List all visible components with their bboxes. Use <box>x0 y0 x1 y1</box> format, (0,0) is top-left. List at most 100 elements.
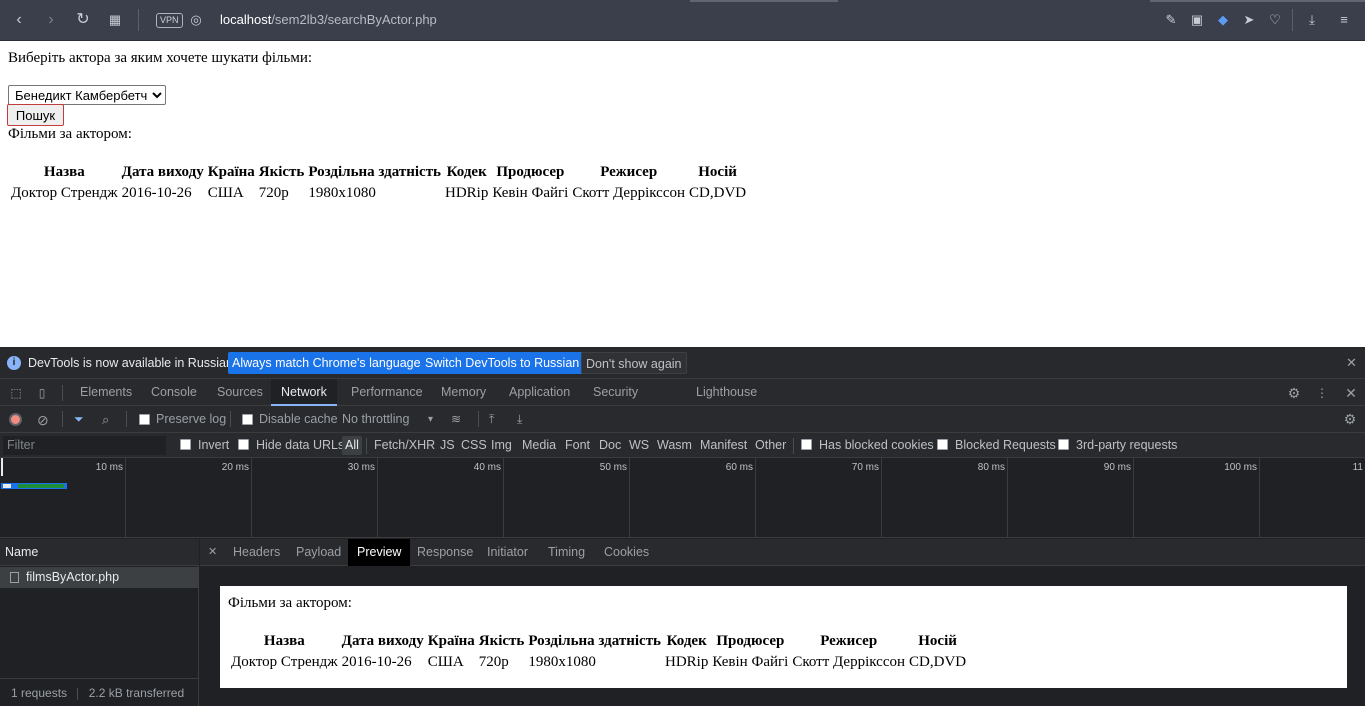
edit-icon[interactable]: ✎ <box>1162 11 1180 29</box>
export-har-icon[interactable]: ⤓ <box>517 412 522 427</box>
device-toolbar-icon[interactable]: ▯ <box>34 385 50 401</box>
request-row[interactable]: filmsByActor.php <box>0 567 199 588</box>
cell-title: Доктор Стрендж <box>11 185 118 201</box>
search-icon[interactable]: ⌕ <box>102 412 109 428</box>
cell-resolution: 1980x1080 <box>308 185 376 201</box>
type-filter-media[interactable]: Media <box>522 438 556 452</box>
disable-cache-checkbox[interactable] <box>242 414 253 425</box>
disable-cache-label: Disable cache <box>259 412 338 426</box>
dont-show-button[interactable]: Don't show again <box>581 352 687 374</box>
search-button[interactable]: Пошук <box>7 104 64 126</box>
tab-application[interactable]: Application <box>499 379 580 406</box>
tab-network[interactable]: Network <box>271 379 337 406</box>
col-resolution: Роздільна здатність <box>528 633 661 649</box>
camera-icon[interactable]: ▣ <box>1188 11 1206 29</box>
actor-prompt: Виберіть актора за яким хочете шукати фі… <box>8 50 313 66</box>
tab-cookies[interactable]: Cookies <box>595 539 658 566</box>
close-icon[interactable]: ✕ <box>1346 355 1357 371</box>
divider <box>138 9 139 31</box>
col-quality: Якість <box>258 164 305 180</box>
send-icon[interactable]: ➤ <box>1240 11 1258 29</box>
tab-headers[interactable]: Headers <box>224 539 289 566</box>
tab-security[interactable]: Security <box>583 379 648 406</box>
tab-console[interactable]: Console <box>141 379 207 406</box>
tabs-grid-icon[interactable]: ▦ <box>105 10 125 30</box>
col-title: Назва <box>43 164 85 180</box>
col-quality: Якість <box>478 633 525 649</box>
request-name: filmsByActor.php <box>26 570 120 584</box>
filter-icon[interactable]: ⏷ <box>74 412 84 427</box>
invert-checkbox[interactable] <box>180 439 191 450</box>
tab-memory[interactable]: Memory <box>431 379 496 406</box>
download-icon[interactable]: ⤓ <box>1303 11 1321 29</box>
network-overview[interactable]: 10 ms 20 ms 30 ms 40 ms 50 ms 60 ms 70 m… <box>0 458 1365 538</box>
grid-line <box>1259 458 1260 538</box>
page-content: Виберіть актора за яким хочете шукати фі… <box>0 41 1365 347</box>
col-director: Режисер <box>600 164 658 180</box>
address-bar[interactable]: localhost/sem2lb3/searchByActor.php <box>220 12 437 27</box>
table-row: Доктор Стрендж 2016-10-26 США 720p 1980x… <box>10 184 747 203</box>
chevron-down-icon[interactable]: ▾ <box>428 414 433 425</box>
type-filter-doc[interactable]: Doc <box>599 438 621 452</box>
grid-line <box>377 458 378 538</box>
tab-initiator[interactable]: Initiator <box>478 539 537 566</box>
waterfall-bar <box>18 484 64 488</box>
back-icon[interactable]: ‹ <box>9 10 29 30</box>
network-conditions-icon[interactable]: ≋ <box>451 412 461 426</box>
films-table: Назва Дата виходу Країна Якість Роздільн… <box>8 161 749 205</box>
request-detail: ✕ Headers Payload Preview Response Initi… <box>200 539 1365 706</box>
col-codec: Кодек <box>666 633 707 649</box>
more-menu-icon[interactable]: ⋮ <box>1314 385 1330 401</box>
tab-performance[interactable]: Performance <box>341 379 433 406</box>
reload-icon[interactable]: ↻ <box>73 10 93 30</box>
type-filter-js[interactable]: JS <box>440 438 455 452</box>
tab-preview[interactable]: Preview <box>348 539 411 566</box>
clear-icon[interactable]: ⊘ <box>37 412 49 429</box>
cell-country: США <box>207 185 244 201</box>
tab-elements[interactable]: Elements <box>70 379 142 406</box>
switch-russian-button[interactable]: Switch DevTools to Russian <box>421 352 584 374</box>
match-language-button[interactable]: Always match Chrome's language <box>228 352 425 374</box>
col-producer: Продюсер <box>496 164 565 180</box>
type-filter-other[interactable]: Other <box>755 438 786 452</box>
record-icon[interactable] <box>9 413 22 426</box>
menu-icon[interactable]: ≡ <box>1335 11 1353 29</box>
globe-icon[interactable]: ◎ <box>186 10 206 30</box>
tab-payload[interactable]: Payload <box>287 539 350 566</box>
cell-producer: Кевін Файгі <box>492 185 569 201</box>
inspect-icon[interactable]: ⬚ <box>8 385 24 401</box>
throttling-select[interactable]: No throttling <box>342 412 409 426</box>
forward-icon[interactable]: › <box>41 10 61 30</box>
type-filter-wasm[interactable]: Wasm <box>657 438 692 452</box>
tab-lighthouse[interactable]: Lighthouse <box>686 379 767 406</box>
actor-select[interactable]: Бенедикт Камбербетч <box>8 85 166 105</box>
blocked-requests-checkbox[interactable] <box>937 439 948 450</box>
type-filter-manifest[interactable]: Manifest <box>700 438 747 452</box>
tick-label: 90 ms <box>1103 462 1131 473</box>
blocked-cookies-checkbox[interactable] <box>801 439 812 450</box>
tab-response[interactable]: Response <box>408 539 482 566</box>
tab-sources[interactable]: Sources <box>207 379 273 406</box>
close-icon[interactable]: ✕ <box>208 545 217 558</box>
gear-icon[interactable]: ⚙ <box>1286 385 1302 401</box>
type-filter-all[interactable]: All <box>342 436 362 455</box>
heart-icon[interactable]: ♡ <box>1266 11 1284 29</box>
type-filter-fetch[interactable]: Fetch/XHR <box>374 438 435 452</box>
third-party-checkbox[interactable] <box>1058 439 1069 450</box>
type-filter-ws[interactable]: WS <box>629 438 649 452</box>
hide-data-urls-checkbox[interactable] <box>238 439 249 450</box>
name-column-header[interactable]: Name <box>0 539 199 566</box>
grid-line <box>1133 458 1134 538</box>
divider <box>793 438 794 454</box>
tab-timing[interactable]: Timing <box>539 539 594 566</box>
type-filter-css[interactable]: CSS <box>461 438 487 452</box>
type-filter-font[interactable]: Font <box>565 438 590 452</box>
type-filter-img[interactable]: Img <box>491 438 512 452</box>
network-settings-icon[interactable]: ⚙ <box>1342 411 1358 427</box>
import-har-icon[interactable]: ⤒ <box>489 412 494 427</box>
shield-icon[interactable]: ◆ <box>1214 11 1232 29</box>
vpn-badge[interactable]: VPN <box>156 13 183 28</box>
close-icon[interactable]: ✕ <box>1343 385 1359 401</box>
preserve-log-checkbox[interactable] <box>139 414 150 425</box>
filter-input[interactable]: Filter <box>3 436 166 455</box>
